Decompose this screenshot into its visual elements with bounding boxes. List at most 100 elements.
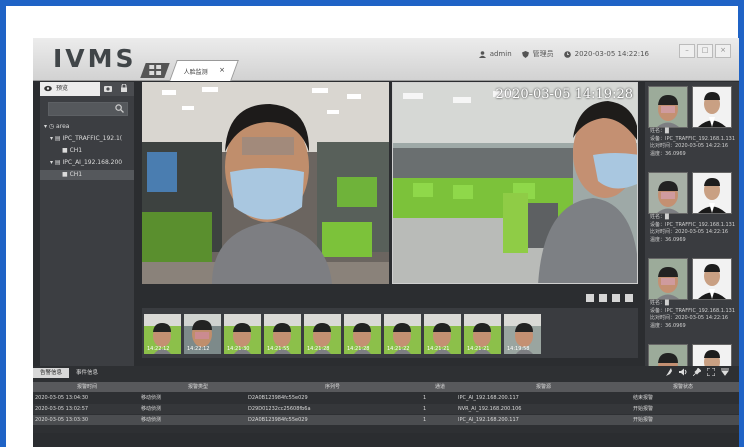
close-button[interactable]: ×	[715, 44, 731, 58]
alarm-panel: 告警信息 事件信息 报警时间 报警类型 序列号 通道 报警源 报警状态 2020…	[33, 366, 739, 447]
volume-icon[interactable]	[679, 368, 687, 376]
capture-image	[649, 259, 687, 299]
thumbnail-time: 14:21:55	[267, 346, 290, 352]
tab-face-monitor[interactable]: 人脸监测 ×	[169, 60, 239, 81]
capture-temperature: 温度：36.0969	[650, 322, 686, 329]
thumbnail-time: 14:19:58	[507, 346, 530, 352]
tab-close-icon[interactable]: ×	[219, 66, 225, 74]
cell-status: 开始报警	[633, 406, 654, 412]
reference-image	[693, 87, 731, 127]
thumbnail-time: 14:22:12	[147, 346, 170, 352]
col-alarm-time[interactable]: 报警时间	[77, 382, 97, 392]
capture-thumbnail[interactable]: 14:21:22	[384, 314, 421, 354]
table-row[interactable]: 2020-03-05 13:04:30 移动侦测 D2A0B123984fc55…	[33, 393, 739, 403]
device-search[interactable]	[48, 102, 128, 116]
tree-node-ch1-selected[interactable]: ■ CH1	[40, 170, 134, 180]
capture-thumbnail[interactable]: 14:21:28	[304, 314, 341, 354]
capture-thumbnail[interactable]: 14:21:28	[344, 314, 381, 354]
capture-thumbnail[interactable]: 14:21:55	[264, 314, 301, 354]
tree-node-ipc-ai[interactable]: ▾ ▤ IPC_AI_192.168.200	[50, 158, 134, 168]
device-panel-header: 预览	[40, 82, 134, 96]
col-alarm-source[interactable]: 报警源	[536, 382, 551, 392]
capture-time: 比对时间：2020-03-05 14:22:16	[650, 143, 729, 149]
cell-serial: D2A0B123984fc55e029	[248, 395, 308, 401]
cell-status: 结束报警	[633, 395, 654, 401]
pin-icon[interactable]	[693, 368, 701, 376]
expand-icon[interactable]	[707, 368, 715, 376]
alarm-tabs: 告警信息 事件信息	[33, 368, 105, 378]
search-icon[interactable]	[115, 104, 124, 113]
title-bar: IVMS 人脸监测 × admin 管理员 2020-03-05 14:22:1…	[33, 38, 739, 81]
col-channel[interactable]: 通道	[435, 382, 445, 392]
col-alarm-type[interactable]: 报警类型	[188, 382, 208, 392]
thumbnail-time: 14:21:28	[347, 346, 370, 352]
tree-node-area[interactable]: ▾ ◷ area	[44, 122, 132, 132]
tab-event-info[interactable]: 事件信息	[69, 368, 105, 378]
capture-device: 设备：IPC_TRAFFIC_192.168.1.131	[650, 135, 736, 142]
capture-snapshot	[648, 258, 688, 300]
capture-card[interactable]: 姓名：█ 设备：IPC_TRAFFIC_192.168.1.131 比对时间：2…	[648, 258, 736, 342]
capture-thumbnail-strip: 14:22:12 14:22:12 14:21:30 14:21:55 14:2…	[142, 308, 638, 358]
capture-temperature: 温度：36.0969	[650, 236, 686, 243]
user-info: admin 管理员 2020-03-05 14:22:16	[478, 49, 649, 59]
capture-device: 设备：IPC_TRAFFIC_192.168.1.131	[650, 307, 736, 314]
cell-channel: 1	[423, 395, 427, 401]
capture-thumbnail[interactable]: 14:21:21	[464, 314, 501, 354]
app-logo: IVMS	[53, 44, 137, 73]
tree-node-ch1[interactable]: ■ CH1	[62, 146, 132, 156]
thumbnail-time: 14:22:12	[187, 346, 210, 352]
cell-serial: D29D01232cc25608fb6a	[248, 406, 311, 412]
cell-serial: D2A0B123984fc55e029	[248, 417, 308, 423]
capture-snapshot	[648, 86, 688, 128]
layout-1-button[interactable]	[586, 294, 594, 302]
video-channel-2[interactable]: 2020-03-05 14:19:28	[392, 82, 638, 284]
layout-2-button[interactable]	[599, 294, 607, 302]
layout-4-button[interactable]	[612, 294, 620, 302]
capture-name: 姓名：█	[650, 300, 669, 306]
search-input[interactable]	[51, 103, 111, 115]
col-serial[interactable]: 序列号	[325, 382, 340, 392]
capture-time: 比对时间：2020-03-05 14:22:16	[650, 229, 729, 235]
tab-alarm-info[interactable]: 告警信息	[33, 368, 70, 378]
camera-icon[interactable]	[104, 84, 112, 92]
capture-thumbnail[interactable]: 14:22:12	[144, 314, 181, 354]
video-channel-1[interactable]	[142, 82, 389, 284]
thumbnail-time: 14:21:21	[467, 346, 490, 352]
reference-image	[693, 173, 731, 213]
tree-node-ipc-traffic[interactable]: ▾ ▤ IPC_TRAFFIC_192.1(	[50, 134, 134, 144]
alarm-toolbar	[665, 368, 729, 376]
tab-preview[interactable]: 预览	[40, 82, 100, 96]
capture-card[interactable]: 姓名：█ 设备：IPC_TRAFFIC_192.168.1.131 比对时间：2…	[648, 172, 735, 256]
capture-thumbnail[interactable]: 14:22:12	[184, 314, 221, 354]
collapse-down-icon[interactable]	[721, 368, 729, 376]
window-controls: – □ ×	[679, 44, 731, 58]
capture-thumbnail[interactable]: 14:21:30	[224, 314, 261, 354]
reference-photo	[692, 258, 732, 300]
cell-source: NVR_AI_192.168.200.106	[458, 406, 522, 412]
capture-thumbnail[interactable]: 14:21:21	[424, 314, 461, 354]
clock-icon	[563, 50, 571, 58]
eye-icon	[44, 85, 52, 92]
capture-card[interactable]: 姓名：█ 设备：IPC_TRAFFIC_192.168.1.131 比对时间：2…	[648, 86, 736, 170]
table-row[interactable]: 2020-03-05 13:03:30 移动侦测 D2A0B123984fc55…	[33, 415, 739, 425]
maximize-button[interactable]: □	[697, 44, 713, 58]
capture-time: 比对时间：2020-03-05 14:22:16	[650, 315, 729, 321]
broom-icon[interactable]	[665, 368, 673, 376]
device-panel: 预览 ▾ ◷ area ▾ ▤ IPC_TRAFFIC_192.1( ■ CH1…	[40, 82, 134, 403]
alarm-table-empty-area	[33, 433, 739, 447]
capture-info: 姓名：█ 设备：IPC_TRAFFIC_192.168.1.131 比对时间：2…	[650, 214, 735, 244]
capture-thumbnail[interactable]: 14:19:58	[504, 314, 541, 354]
thumbnail-time: 14:21:28	[307, 346, 330, 352]
capture-list-panel: 姓名：█ 设备：IPC_TRAFFIC_192.168.1.131 比对时间：2…	[645, 82, 739, 397]
shield-icon	[521, 50, 529, 58]
current-datetime: 2020-03-05 14:22:16	[574, 50, 649, 58]
thumbnail-time: 14:21:21	[427, 346, 450, 352]
minimize-button[interactable]: –	[679, 44, 695, 58]
lock-icon[interactable]	[120, 84, 128, 92]
tab-menu-button[interactable]	[140, 63, 170, 78]
table-row[interactable]: 2020-03-05 13:02:57 移动侦测 D29D01232cc2560…	[33, 404, 739, 414]
capture-image	[649, 173, 687, 213]
layout-9-button[interactable]	[625, 294, 633, 302]
cell-source: IPC_AI_192.168.200.117	[458, 417, 519, 423]
col-alarm-status[interactable]: 报警状态	[673, 382, 693, 392]
